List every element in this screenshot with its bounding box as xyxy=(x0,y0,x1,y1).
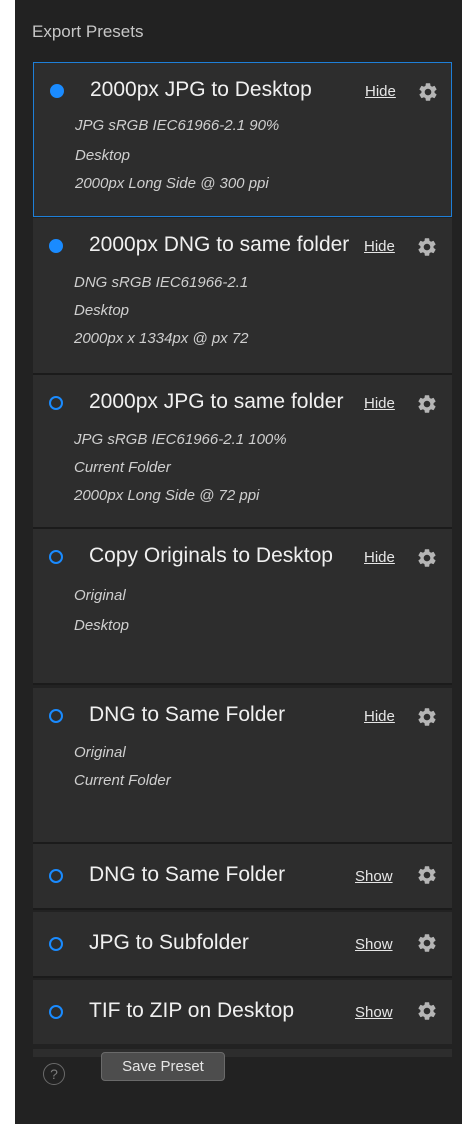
preset-destination: Desktop xyxy=(75,147,131,164)
preset-format: Original xyxy=(74,744,126,761)
save-preset-button[interactable]: Save Preset xyxy=(101,1052,225,1081)
radio-button[interactable] xyxy=(49,937,63,951)
divider xyxy=(33,908,452,910)
gear-icon[interactable] xyxy=(416,932,438,954)
preset-destination: Current Folder xyxy=(74,459,171,476)
preset-item[interactable]: DNG to Same Folder Hide Original Current… xyxy=(33,688,452,842)
preset-destination: Current Folder xyxy=(74,772,171,789)
radio-button[interactable] xyxy=(49,709,63,723)
preset-name: DNG to Same Folder xyxy=(89,863,286,886)
divider xyxy=(33,683,452,685)
show-link[interactable]: Show xyxy=(355,936,393,953)
preset-item[interactable]: TIF to ZIP on Desktop Show xyxy=(33,980,452,1044)
radio-button[interactable] xyxy=(49,869,63,883)
show-link[interactable]: Show xyxy=(355,1004,393,1021)
gear-icon[interactable] xyxy=(416,864,438,886)
preset-format: Original xyxy=(74,587,126,604)
preset-name: TIF to ZIP on Desktop xyxy=(89,999,295,1022)
panel-title: Export Presets xyxy=(32,22,144,41)
next-preset-edge xyxy=(33,1049,452,1057)
hide-link[interactable]: Hide xyxy=(364,549,395,566)
gear-icon[interactable] xyxy=(416,547,438,569)
preset-name: Copy Originals to Desktop xyxy=(89,544,333,567)
preset-format: JPG sRGB IEC61966-2.1 100% xyxy=(74,431,287,448)
radio-button[interactable] xyxy=(49,239,63,253)
gear-icon[interactable] xyxy=(417,81,439,103)
preset-name: 2000px JPG to same folder xyxy=(89,390,344,413)
preset-item[interactable]: 2000px JPG to same folder Hide JPG sRGB … xyxy=(33,375,452,527)
divider xyxy=(33,976,452,978)
help-icon[interactable]: ? xyxy=(43,1063,65,1085)
hide-link[interactable]: Hide xyxy=(364,708,395,725)
show-link[interactable]: Show xyxy=(355,868,393,885)
gear-icon[interactable] xyxy=(416,706,438,728)
preset-size: 2000px Long Side @ 300 ppi xyxy=(75,175,269,192)
hide-link[interactable]: Hide xyxy=(365,83,396,100)
gear-icon[interactable] xyxy=(416,393,438,415)
preset-size: 2000px x 1334px @ px 72 xyxy=(74,330,249,347)
preset-item[interactable]: 2000px DNG to same folder Hide DNG sRGB … xyxy=(33,218,452,373)
preset-item[interactable]: DNG to Same Folder Show xyxy=(33,844,452,908)
preset-destination: Desktop xyxy=(74,302,130,319)
preset-destination: Desktop xyxy=(74,617,130,634)
preset-size: 2000px Long Side @ 72 ppi xyxy=(74,487,260,504)
gear-icon[interactable] xyxy=(416,1000,438,1022)
preset-format: JPG sRGB IEC61966-2.1 90% xyxy=(75,117,280,134)
preset-item[interactable]: JPG to Subfolder Show xyxy=(33,912,452,976)
radio-button[interactable] xyxy=(49,1005,63,1019)
preset-name: 2000px DNG to same folder xyxy=(89,233,350,256)
gear-icon[interactable] xyxy=(416,236,438,258)
preset-name: 2000px JPG to Desktop xyxy=(90,78,312,101)
hide-link[interactable]: Hide xyxy=(364,238,395,255)
preset-format: DNG sRGB IEC61966-2.1 xyxy=(74,274,249,291)
preset-item[interactable]: 2000px JPG to Desktop Hide JPG sRGB IEC6… xyxy=(33,62,452,217)
radio-button[interactable] xyxy=(50,84,64,98)
radio-button[interactable] xyxy=(49,396,63,410)
preset-item[interactable]: Copy Originals to Desktop Hide Original … xyxy=(33,529,452,683)
radio-button[interactable] xyxy=(49,550,63,564)
hide-link[interactable]: Hide xyxy=(364,395,395,412)
preset-name: DNG to Same Folder xyxy=(89,703,286,726)
export-presets-panel: Export Presets 2000px JPG to Desktop Hid… xyxy=(15,0,462,1124)
preset-name: JPG to Subfolder xyxy=(89,931,249,954)
